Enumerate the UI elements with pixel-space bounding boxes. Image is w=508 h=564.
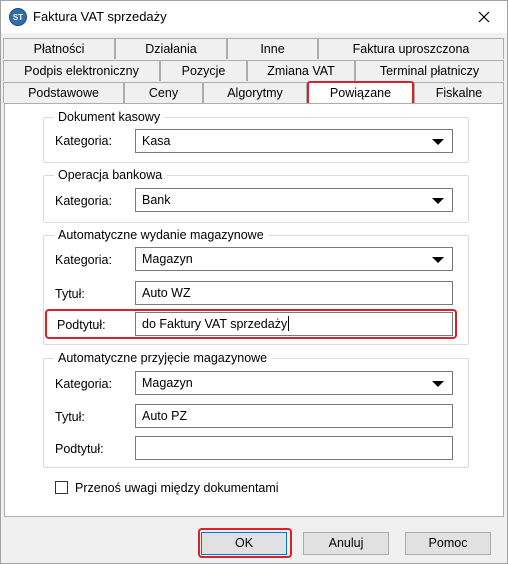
group-title: Automatyczne przyjęcie magazynowe [54,350,272,366]
tab-faktura-uproszczona[interactable]: Faktura uproszczona [318,38,504,59]
tab-dzialania[interactable]: Działania [115,38,227,59]
title-label: Tytuł: [55,287,85,301]
help-button[interactable]: Pomoc [405,532,491,555]
group-title: Automatyczne wydanie magazynowe [54,227,268,243]
chevron-down-icon [432,257,444,263]
chevron-down-icon [432,198,444,204]
category-label: Kategoria: [55,377,112,391]
category-label: Kategoria: [55,194,112,208]
tab-pozycje[interactable]: Pozycje [160,60,247,81]
select-value: Magazyn [142,252,193,266]
select-value: Kasa [142,134,171,148]
tab-zmiana-vat[interactable]: Zmiana VAT [247,60,355,81]
tab-inne[interactable]: Inne [227,38,318,59]
bank-category-select[interactable]: Bank [135,188,453,212]
tab-algorytmy[interactable]: Algorytmy [203,82,307,103]
tab-fiskalne[interactable]: Fiskalne [414,82,504,103]
text-caret [288,316,290,331]
cancel-button[interactable]: Anuluj [303,532,389,555]
select-value: Magazyn [142,376,193,390]
tab-podpis-elektroniczny[interactable]: Podpis elektroniczny [3,60,160,81]
window-title: Faktura VAT sprzedaży [33,9,167,24]
issue-title-input[interactable]: Auto WZ [135,281,453,305]
subtitle-label: Podtytuł: [57,318,106,332]
receipt-subtitle-input[interactable] [135,436,453,460]
close-button[interactable] [461,1,507,33]
checkbox-label: Przenoś uwagi między dokumentami [75,481,279,495]
group-title: Operacja bankowa [54,167,167,183]
subtitle-label: Podtytuł: [55,442,104,456]
title-bar[interactable]: ST Faktura VAT sprzedaży [1,1,507,33]
chevron-down-icon [432,139,444,145]
dialog-window: ST Faktura VAT sprzedaży Płatności Dział… [0,0,508,564]
category-label: Kategoria: [55,134,112,148]
ok-button[interactable]: OK [201,532,287,555]
title-label: Tytuł: [55,410,85,424]
tab-platnosci[interactable]: Płatności [3,38,115,59]
close-icon [478,11,490,23]
select-value: Bank [142,193,171,207]
issue-category-select[interactable]: Magazyn [135,247,453,271]
group-title: Dokument kasowy [54,109,165,125]
input-value: do Faktury VAT sprzedaży [142,317,288,331]
tab-powiazane[interactable]: Powiązane [307,82,414,104]
receipt-category-select[interactable]: Magazyn [135,371,453,395]
app-icon: ST [9,8,27,26]
input-value: Auto PZ [142,409,188,423]
issue-subtitle-input[interactable]: do Faktury VAT sprzedaży [135,312,453,336]
category-label: Kategoria: [55,253,112,267]
transfer-notes-checkbox[interactable] [55,481,68,494]
cash-category-select[interactable]: Kasa [135,129,453,153]
chevron-down-icon [432,381,444,387]
tab-terminal-platniczy[interactable]: Terminal płatniczy [355,60,504,81]
receipt-title-input[interactable]: Auto PZ [135,404,453,428]
tab-ceny[interactable]: Ceny [124,82,203,103]
tab-podstawowe[interactable]: Podstawowe [3,82,124,103]
input-value: Auto WZ [142,286,191,300]
